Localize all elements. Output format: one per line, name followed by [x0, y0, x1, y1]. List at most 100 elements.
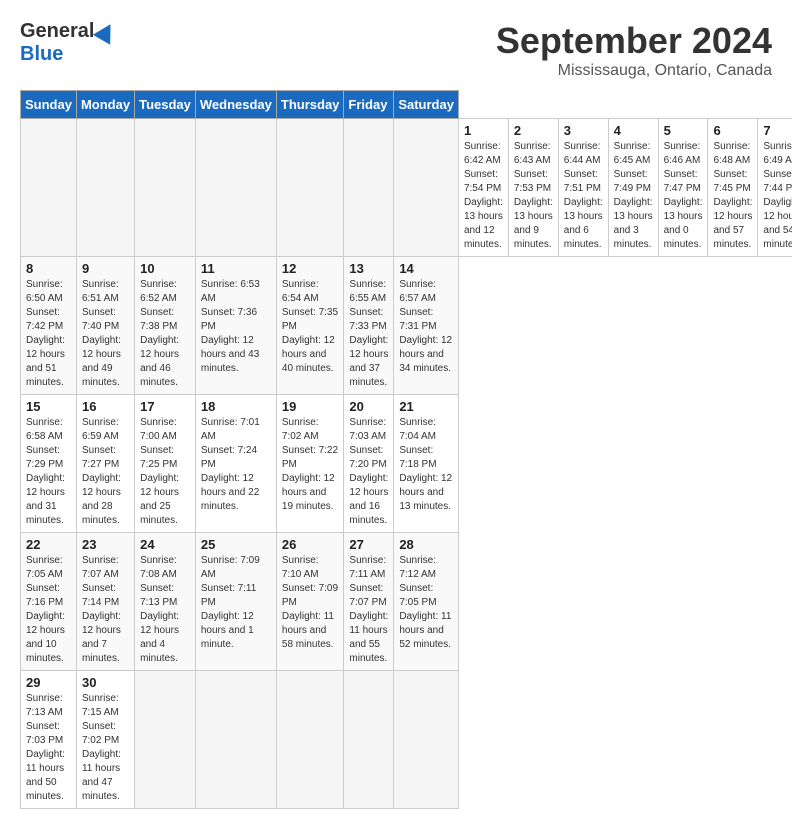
day-number: 1: [464, 123, 503, 138]
day-info: Sunrise: 7:00 AMSunset: 7:25 PMDaylight:…: [140, 416, 190, 528]
weekday-header-thursday: Thursday: [276, 91, 344, 119]
calendar-cell: [76, 119, 134, 257]
weekday-header-wednesday: Wednesday: [195, 91, 276, 119]
day-number: 27: [349, 537, 388, 552]
calendar-cell: [344, 119, 394, 257]
calendar-cell: [195, 119, 276, 257]
day-info: Sunrise: 7:08 AMSunset: 7:13 PMDaylight:…: [140, 554, 190, 666]
day-number: 30: [82, 675, 129, 690]
calendar-cell: 7 Sunrise: 6:49 AMSunset: 7:44 PMDaylight…: [758, 119, 792, 257]
calendar-cell: 2 Sunrise: 6:43 AMSunset: 7:53 PMDaylight…: [508, 119, 558, 257]
day-number: 7: [763, 123, 792, 138]
day-number: 4: [614, 123, 653, 138]
calendar-cell: 18Sunrise: 7:01 AMSunset: 7:24 PMDayligh…: [195, 395, 276, 533]
day-number: 23: [82, 537, 129, 552]
weekday-header-row: SundayMondayTuesdayWednesdayThursdayFrid…: [21, 91, 792, 119]
day-info: Sunrise: 7:15 AMSunset: 7:02 PMDaylight:…: [82, 692, 129, 804]
weekday-header-tuesday: Tuesday: [135, 91, 196, 119]
day-number: 28: [399, 537, 453, 552]
calendar-cell: 6Sunrise: 6:48 AMSunset: 7:45 PMDaylight…: [708, 119, 758, 257]
day-number: 26: [282, 537, 339, 552]
calendar-cell: 25 Sunrise: 7:09 AMSunset: 7:11 PMDayligh…: [195, 533, 276, 671]
weekday-header-sunday: Sunday: [21, 91, 77, 119]
day-info: Sunrise: 6:57 AMSunset: 7:31 PMDaylight:…: [399, 278, 453, 376]
calendar-week-row: 1 Sunrise: 6:42 AMSunset: 7:54 PMDaylight…: [21, 119, 792, 257]
calendar-cell: 5 Sunrise: 6:46 AMSunset: 7:47 PMDaylight…: [658, 119, 708, 257]
calendar-cell: 17 Sunrise: 7:00 AMSunset: 7:25 PMDayligh…: [135, 395, 196, 533]
calendar-cell: 19 Sunrise: 7:02 AMSunset: 7:22 PMDayligh…: [276, 395, 344, 533]
calendar-cell: 4Sunrise: 6:45 AMSunset: 7:49 PMDaylight…: [608, 119, 658, 257]
day-info: Sunrise: 6:50 AMSunset: 7:42 PMDaylight:…: [26, 278, 71, 390]
day-number: 10: [140, 261, 190, 276]
calendar-week-row: 15 Sunrise: 6:58 AMSunset: 7:29 PMDayligh…: [21, 395, 792, 533]
calendar-cell: 28 Sunrise: 7:12 AMSunset: 7:05 PMDayligh…: [394, 533, 459, 671]
day-info: Sunrise: 6:46 AMSunset: 7:47 PMDaylight:…: [664, 140, 703, 252]
day-number: 2: [514, 123, 553, 138]
weekday-header-monday: Monday: [76, 91, 134, 119]
day-number: 5: [664, 123, 703, 138]
day-number: 9: [82, 261, 129, 276]
day-info: Sunrise: 6:44 AMSunset: 7:51 PMDaylight:…: [564, 140, 603, 252]
day-info: Sunrise: 7:03 AMSunset: 7:20 PMDaylight:…: [349, 416, 388, 528]
day-number: 16: [82, 399, 129, 414]
calendar-cell: [344, 671, 394, 809]
day-info: Sunrise: 7:02 AMSunset: 7:22 PMDaylight:…: [282, 416, 339, 514]
calendar-cell: 12 Sunrise: 6:54 AMSunset: 7:35 PMDayligh…: [276, 257, 344, 395]
calendar-week-row: 22Sunrise: 7:05 AMSunset: 7:16 PMDayligh…: [21, 533, 792, 671]
calendar-cell: 30 Sunrise: 7:15 AMSunset: 7:02 PMDayligh…: [76, 671, 134, 809]
day-info: Sunrise: 6:52 AMSunset: 7:38 PMDaylight:…: [140, 278, 190, 390]
day-number: 19: [282, 399, 339, 414]
calendar-cell: 3 Sunrise: 6:44 AMSunset: 7:51 PMDaylight…: [558, 119, 608, 257]
day-info: Sunrise: 6:42 AMSunset: 7:54 PMDaylight:…: [464, 140, 503, 252]
day-info: Sunrise: 7:11 AMSunset: 7:07 PMDaylight:…: [349, 554, 388, 666]
calendar-cell: 10 Sunrise: 6:52 AMSunset: 7:38 PMDayligh…: [135, 257, 196, 395]
day-info: Sunrise: 7:13 AMSunset: 7:03 PMDaylight:…: [26, 692, 71, 804]
day-number: 14: [399, 261, 453, 276]
calendar-cell: 23 Sunrise: 7:07 AMSunset: 7:14 PMDayligh…: [76, 533, 134, 671]
day-number: 12: [282, 261, 339, 276]
location-title: Mississauga, Ontario, Canada: [496, 62, 772, 80]
logo: General Blue: [20, 20, 116, 66]
calendar-week-row: 29Sunrise: 7:13 AMSunset: 7:03 PMDayligh…: [21, 671, 792, 809]
day-number: 17: [140, 399, 190, 414]
day-number: 24: [140, 537, 190, 552]
day-number: 11: [201, 261, 271, 276]
title-area: September 2024 Mississauga, Ontario, Can…: [496, 20, 772, 80]
logo-general-text: General: [20, 20, 94, 43]
calendar-cell: 9Sunrise: 6:51 AMSunset: 7:40 PMDaylight…: [76, 257, 134, 395]
calendar-cell: [135, 119, 196, 257]
calendar-cell: [135, 671, 196, 809]
day-info: Sunrise: 7:09 AMSunset: 7:11 PMDaylight:…: [201, 554, 271, 652]
day-info: Sunrise: 6:43 AMSunset: 7:53 PMDaylight:…: [514, 140, 553, 252]
calendar-cell: [21, 119, 77, 257]
day-info: Sunrise: 7:07 AMSunset: 7:14 PMDaylight:…: [82, 554, 129, 666]
day-number: 25: [201, 537, 271, 552]
calendar-cell: [276, 119, 344, 257]
day-number: 6: [713, 123, 752, 138]
calendar-week-row: 8 Sunrise: 6:50 AMSunset: 7:42 PMDaylight…: [21, 257, 792, 395]
day-number: 3: [564, 123, 603, 138]
day-info: Sunrise: 6:58 AMSunset: 7:29 PMDaylight:…: [26, 416, 71, 528]
day-number: 15: [26, 399, 71, 414]
calendar-cell: 11 Sunrise: 6:53 AMSunset: 7:36 PMDayligh…: [195, 257, 276, 395]
day-number: 8: [26, 261, 71, 276]
calendar-cell: 21Sunrise: 7:04 AMSunset: 7:18 PMDayligh…: [394, 395, 459, 533]
calendar-cell: 20 Sunrise: 7:03 AMSunset: 7:20 PMDayligh…: [344, 395, 394, 533]
calendar-cell: 14 Sunrise: 6:57 AMSunset: 7:31 PMDayligh…: [394, 257, 459, 395]
day-info: Sunrise: 6:49 AMSunset: 7:44 PMDaylight:…: [763, 140, 792, 252]
day-info: Sunrise: 7:12 AMSunset: 7:05 PMDaylight:…: [399, 554, 453, 652]
day-info: Sunrise: 6:55 AMSunset: 7:33 PMDaylight:…: [349, 278, 388, 390]
day-info: Sunrise: 7:10 AMSunset: 7:09 PMDaylight:…: [282, 554, 339, 652]
day-info: Sunrise: 6:54 AMSunset: 7:35 PMDaylight:…: [282, 278, 339, 376]
day-info: Sunrise: 6:59 AMSunset: 7:27 PMDaylight:…: [82, 416, 129, 528]
calendar-cell: 16 Sunrise: 6:59 AMSunset: 7:27 PMDayligh…: [76, 395, 134, 533]
calendar-cell: 27 Sunrise: 7:11 AMSunset: 7:07 PMDayligh…: [344, 533, 394, 671]
day-info: Sunrise: 6:53 AMSunset: 7:36 PMDaylight:…: [201, 278, 271, 376]
day-number: 21: [399, 399, 453, 414]
calendar-cell: 24 Sunrise: 7:08 AMSunset: 7:13 PMDayligh…: [135, 533, 196, 671]
calendar-cell: 29Sunrise: 7:13 AMSunset: 7:03 PMDayligh…: [21, 671, 77, 809]
calendar-cell: 8 Sunrise: 6:50 AMSunset: 7:42 PMDaylight…: [21, 257, 77, 395]
weekday-header-friday: Friday: [344, 91, 394, 119]
day-number: 20: [349, 399, 388, 414]
calendar-cell: 1 Sunrise: 6:42 AMSunset: 7:54 PMDaylight…: [458, 119, 508, 257]
